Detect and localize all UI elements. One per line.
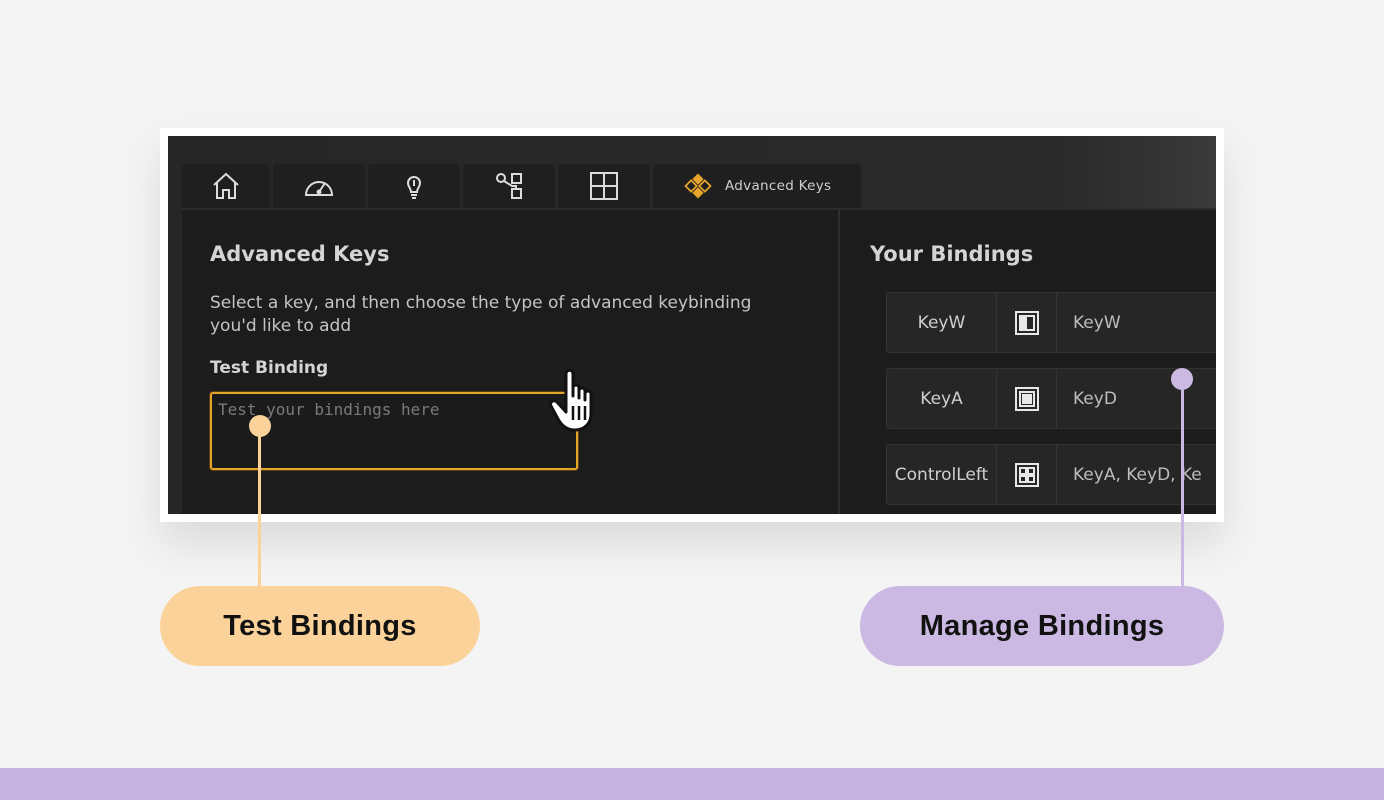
manage-callout-dot (1171, 368, 1193, 390)
tab-advanced-keys[interactable]: Advanced Keys (653, 164, 861, 208)
advanced-keys-icon (684, 173, 712, 199)
lightbulb-icon (406, 176, 422, 199)
nested-square-icon (1014, 386, 1039, 411)
panel-divider (838, 210, 840, 514)
speedometer-icon (304, 181, 334, 196)
grid-square-icon (1014, 462, 1039, 487)
binding-key: KeyW (887, 293, 997, 352)
app-window: Advanced Keys Advanced Keys Select a key… (168, 136, 1216, 514)
test-binding-label: Test Binding (210, 358, 329, 378)
binding-type (997, 445, 1057, 504)
binding-row[interactable]: ControlLeft KeyA, KeyD, Ke (886, 444, 1216, 505)
manage-callout-line (1181, 382, 1184, 588)
content-panel: Advanced Keys Select a key, and then cho… (182, 208, 1216, 514)
binding-row[interactable]: KeyW KeyW (886, 292, 1216, 353)
plus-box-icon (590, 172, 618, 200)
half-square-icon (1014, 310, 1039, 335)
test-bindings-callout: Test Bindings (160, 586, 480, 666)
tab-home[interactable] (182, 164, 270, 208)
your-bindings-title: Your Bindings (870, 242, 1034, 266)
test-callout-line (258, 428, 261, 588)
tab-lighting[interactable] (368, 164, 460, 208)
manage-bindings-callout: Manage Bindings (860, 586, 1224, 666)
page-title: Advanced Keys (210, 242, 390, 266)
binding-type (997, 293, 1057, 352)
binding-key: KeyA (887, 369, 997, 428)
tab-performance[interactable] (273, 164, 365, 208)
binding-key: ControlLeft (887, 445, 997, 504)
bottom-band (0, 768, 1384, 800)
binding-value: KeyW (1073, 312, 1121, 333)
hand-cursor-icon (549, 368, 593, 432)
nodes-icon (496, 173, 522, 199)
home-icon (213, 172, 239, 199)
binding-type (997, 369, 1057, 428)
binding-row[interactable]: KeyA KeyD (886, 368, 1216, 429)
tab-advanced-keys-label: Advanced Keys (725, 178, 832, 194)
page-description: Select a key, and then choose the type o… (210, 293, 752, 336)
tab-macros[interactable] (558, 164, 650, 208)
screenshot-frame: Advanced Keys Advanced Keys Select a key… (160, 128, 1224, 522)
binding-value: KeyA, KeyD, Ke (1073, 464, 1202, 485)
test-callout-dot (249, 415, 271, 437)
tab-bar: Advanced Keys (182, 164, 861, 208)
tab-mapping[interactable] (463, 164, 555, 208)
